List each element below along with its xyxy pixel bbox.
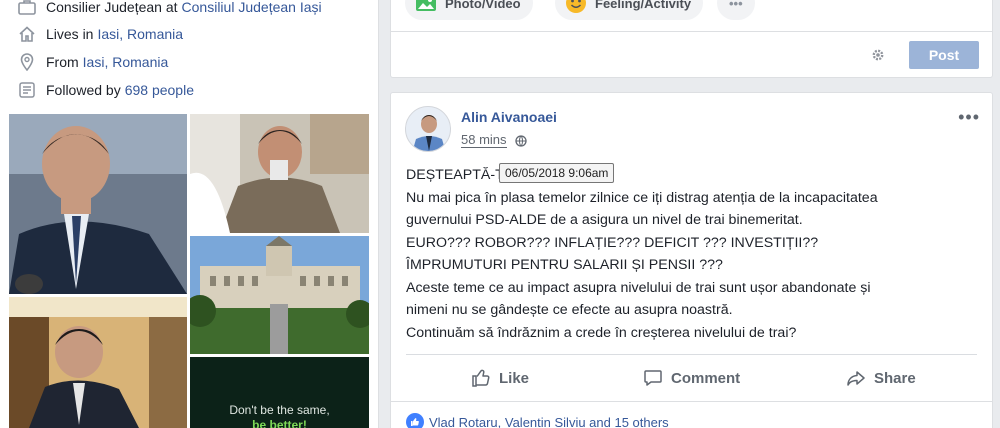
post-reactions-divider [391,401,992,402]
briefcase-icon [18,0,36,16]
intro-work-prefix: Consilier Județean at [46,0,178,15]
gear-icon[interactable] [870,47,886,63]
more-options-button[interactable]: ••• [717,0,755,20]
intro-work-row: Consilier Județean at Consiliul Județean… [18,0,322,18]
post-author[interactable]: Alin Aivanoaei [461,109,557,125]
smiley-icon [566,0,586,13]
more-options-label: ••• [729,0,743,11]
thumbs-up-icon [472,369,490,387]
intro-followers-prefix: Followed by [46,82,121,98]
home-icon [18,25,36,43]
intro-work-link[interactable]: Consiliul Județean Iași [182,0,322,15]
like-label: Like [499,369,530,387]
share-label: Share [874,369,916,387]
followers-feed-icon [18,81,36,99]
photo-man-reading[interactable] [9,297,187,428]
profile-intro-column: Consilier Județean at Consiliul Județean… [0,0,379,428]
comment-button[interactable]: Comment [643,364,740,392]
post-line: guvernului PSD-ALDE de a asigura un nive… [406,212,803,228]
photo-quote-card[interactable]: Don't be the same, be better! [190,357,369,428]
post-line: EURO??? ROBOR??? INFLAȚIE??? DEFICIT ???… [406,234,819,251]
composer-divider [391,31,992,32]
reactions-text: Vlad Rotaru, Valentin Silviu and 15 othe… [429,414,669,428]
share-arrow-icon [847,371,865,386]
post-line: Continuăm să îndrăznim a crede în crește… [406,324,797,341]
post-line: DEȘTEAPTĂ-TE ROMÂNE! [406,167,584,183]
post-time-label[interactable]: 58 mins [461,133,507,148]
post-line: Aceste teme ce au impact asupra nivelulu… [406,279,871,296]
quote-line-2: be better! [252,418,307,428]
post-button[interactable]: Post [909,41,979,69]
feeling-activity-label: Feeling/Activity [595,0,692,11]
post-line: nimeni nu se gândește ce efecte au asupr… [406,302,733,318]
comment-icon [644,370,662,386]
like-reaction-icon [406,413,424,428]
post-body: DEȘTEAPTĂ-TE ROMÂNE! Nu mai pica în plas… [406,164,981,344]
intro-lives-link[interactable]: Iasi, Romania [97,26,183,42]
photo-icon [416,0,436,11]
reactions-summary[interactable]: Vlad Rotaru, Valentin Silviu and 15 othe… [406,413,669,428]
avatar[interactable] [405,106,451,152]
intro-from-link[interactable]: Iasi, Romania [83,54,169,70]
timestamp-tooltip: 06/05/2018 9:06am [499,163,615,183]
location-pin-icon [18,53,36,71]
quote-line-1: Don't be the same, [229,403,330,417]
intro-lives-prefix: Lives in [46,26,94,42]
feeling-activity-button[interactable]: Feeling/Activity [555,0,704,20]
post-actions-divider [406,354,977,355]
photo-drinking-man[interactable] [190,114,369,233]
post-line: ÎMPRUMUTURI PENTRU SALARII ȘI PENSII ??? [406,257,723,273]
like-button[interactable]: Like [471,364,529,392]
photo-speaker-portrait[interactable] [9,114,187,294]
post-line: Nu mai pica în plasa temelor zilnice ce … [406,189,878,206]
globe-icon [514,134,527,147]
intro-lives-row: Lives in Iasi, Romania [18,23,183,45]
intro-followers-row: Followed by 698 people [18,79,194,101]
post-timestamp[interactable]: 58 mins [461,133,527,148]
post-options-button[interactable]: ••• [958,107,980,128]
photo-video-button[interactable]: Photo/Video [405,0,533,20]
intro-from-prefix: From [46,54,79,70]
comment-label: Comment [671,369,741,387]
post-composer: Photo/Video Feeling/Activity ••• Post [390,0,993,78]
photo-video-label: Photo/Video [445,0,521,11]
share-button[interactable]: Share [846,364,916,392]
intro-followers-link[interactable]: 698 people [125,82,194,98]
post-card: Alin Aivanoaei 58 mins ••• 06/05/2018 9:… [390,92,993,428]
intro-from-row: From Iasi, Romania [18,51,168,73]
photo-palace-of-culture[interactable] [190,236,369,354]
